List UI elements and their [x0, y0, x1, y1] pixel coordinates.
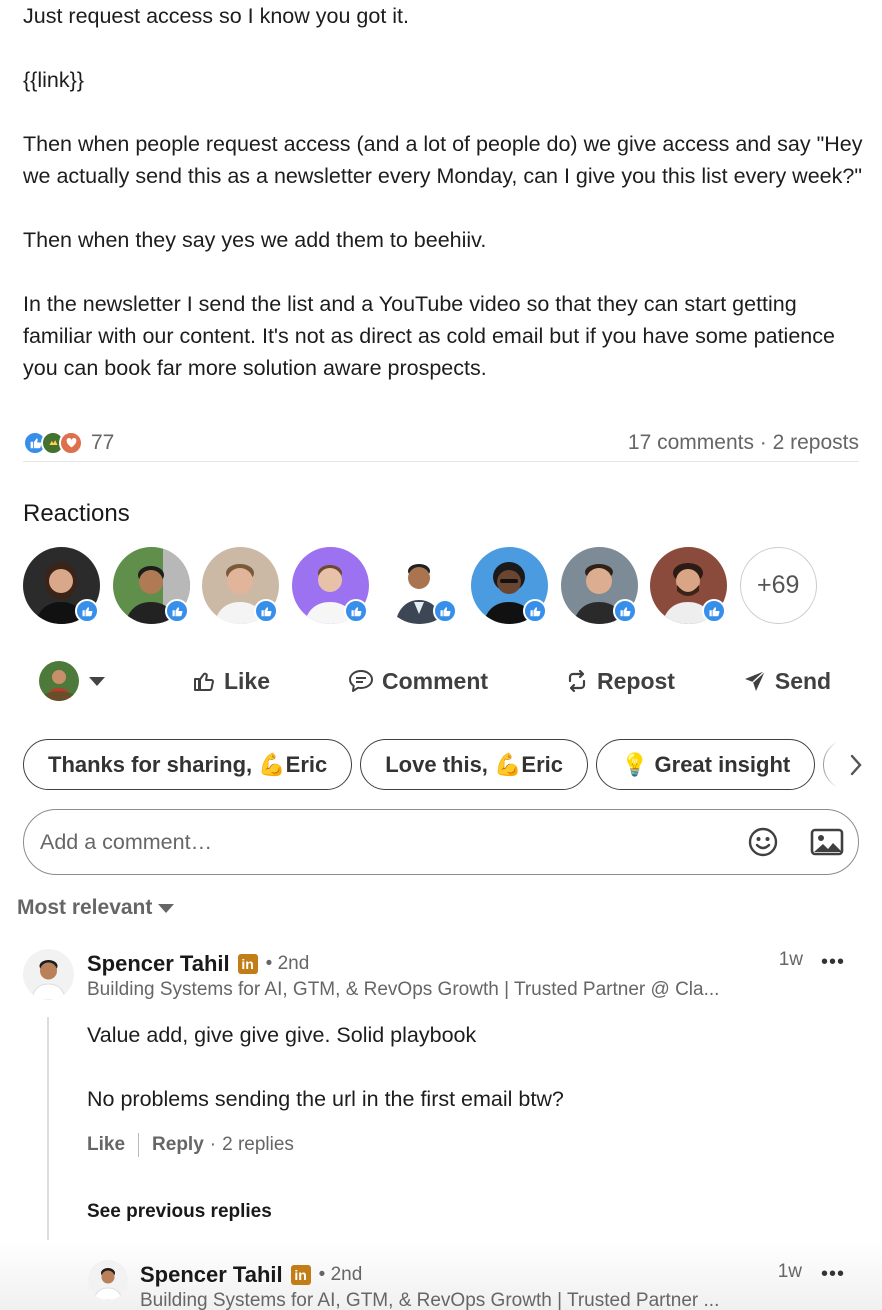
- like-icon: [702, 599, 727, 623]
- separator-dot: ·: [209, 1134, 217, 1155]
- post-paragraph: Then when people request access (and a l…: [23, 132, 863, 188]
- reactor-avatars: +69: [23, 547, 817, 624]
- reactions-summary[interactable]: 77: [23, 430, 114, 455]
- comment-text: Value add, give give give. Solid playboo…: [87, 1019, 564, 1115]
- like-icon: [433, 599, 458, 623]
- suggested-replies: Thanks for sharing, 💪Eric Love this, 💪Er…: [23, 739, 863, 791]
- thumbs-up-icon: [193, 672, 214, 691]
- divider: [138, 1133, 140, 1157]
- reaction-identity-selector[interactable]: [23, 661, 151, 701]
- comment-label: Comment: [381, 667, 489, 694]
- more-options-icon[interactable]: •••: [821, 951, 845, 974]
- send-button[interactable]: Send: [715, 668, 859, 695]
- reactor-avatar[interactable]: [381, 547, 459, 624]
- reactions-heading: Reactions: [23, 500, 130, 527]
- comment-line: Value add, give give give. Solid playboo…: [87, 1023, 477, 1047]
- comment-like-button[interactable]: Like: [87, 1134, 125, 1156]
- post-action-bar: Like Comment Repost Send: [23, 655, 859, 707]
- post-paragraph: Just request access so I know you got it…: [23, 4, 409, 28]
- love-icon: [59, 430, 83, 455]
- avatar[interactable]: [88, 1260, 128, 1300]
- suggested-reply-chip[interactable]: Love this, 💪Eric: [360, 739, 589, 790]
- like-icon: [343, 599, 368, 623]
- avatar[interactable]: [23, 949, 74, 1000]
- reply-author-headline: Building Systems for AI, GTM, & RevOps G…: [140, 1290, 720, 1310]
- repost-button[interactable]: Repost: [525, 668, 715, 695]
- post-paragraph: Then when they say yes we add them to be…: [23, 228, 487, 252]
- reactor-avatar[interactable]: [23, 547, 100, 624]
- like-icon: [75, 599, 99, 623]
- reactor-avatar[interactable]: [291, 547, 369, 624]
- post-link-placeholder[interactable]: {{link}}: [23, 64, 863, 96]
- see-previous-replies-button[interactable]: See previous replies: [87, 1201, 272, 1223]
- linkedin-premium-icon: in: [237, 954, 258, 974]
- reactor-avatar[interactable]: [112, 547, 190, 624]
- image-icon[interactable]: [810, 825, 844, 859]
- suggested-reply-chip[interactable]: 💡 Great insight: [596, 739, 816, 790]
- avatar: [39, 661, 79, 701]
- more-options-icon[interactable]: •••: [821, 1263, 845, 1286]
- repost-icon: [568, 669, 586, 693]
- like-icon: [254, 599, 279, 623]
- emoji-icon[interactable]: [746, 825, 780, 859]
- reactor-avatar[interactable]: [560, 547, 638, 624]
- comment-author-row: Spencer Tahil in • 2nd: [87, 951, 309, 977]
- like-icon: [612, 599, 637, 623]
- comment-actions: Like Reply · 2 replies: [87, 1133, 294, 1157]
- like-icon: [522, 599, 547, 623]
- more-reactors-button[interactable]: +69: [739, 547, 817, 624]
- reply-timestamp: 1w: [777, 1261, 802, 1282]
- comment-button[interactable]: Comment: [311, 668, 525, 695]
- social-counts-bar: 77 17 comments · 2 reposts: [23, 428, 859, 462]
- comment-sort-dropdown[interactable]: Most relevant: [17, 896, 175, 920]
- reactor-avatar[interactable]: [650, 547, 728, 624]
- send-label: Send: [774, 667, 832, 694]
- post-body: Just request access so I know you got it…: [23, 0, 863, 384]
- send-icon: [744, 670, 766, 691]
- comment-icon: [348, 670, 373, 692]
- post-paragraph: In the newsletter I send the list and a …: [23, 292, 835, 380]
- linkedin-premium-icon: in: [290, 1265, 311, 1285]
- caret-down-icon: [158, 903, 175, 913]
- comment-author-headline: Building Systems for AI, GTM, & RevOps G…: [87, 979, 720, 1000]
- connection-degree: • 2nd: [265, 953, 310, 974]
- suggested-reply-chip[interactable]: Thanks for sharing, 💪Eric: [23, 739, 353, 790]
- connection-degree: • 2nd: [318, 1264, 363, 1285]
- repost-label: Repost: [597, 667, 675, 694]
- replies-count[interactable]: 2 replies: [222, 1134, 294, 1156]
- like-button[interactable]: Like: [151, 668, 311, 695]
- reactor-avatar[interactable]: [470, 547, 548, 624]
- comment-author-name[interactable]: Spencer Tahil: [87, 951, 230, 977]
- chevron-down-icon: [89, 676, 105, 686]
- like-icon: [164, 599, 189, 623]
- reactor-avatar[interactable]: [202, 547, 280, 624]
- sort-label: Most relevant: [17, 896, 153, 919]
- add-comment-box: [23, 809, 859, 875]
- comments-reposts-count[interactable]: 17 comments · 2 reposts: [628, 431, 859, 455]
- chips-next-button[interactable]: [819, 739, 863, 791]
- comment-reply-button[interactable]: Reply: [152, 1134, 204, 1156]
- reply: Spencer Tahil in • 2nd 1w ••• Building S…: [0, 1240, 882, 1310]
- reply-author-row: Spencer Tahil in • 2nd: [140, 1262, 362, 1288]
- reaction-count[interactable]: 77: [91, 431, 114, 455]
- comment-input[interactable]: [40, 829, 746, 855]
- comment-timestamp: 1w: [778, 949, 803, 970]
- chevron-right-icon: [850, 754, 862, 776]
- reply-author-name[interactable]: Spencer Tahil: [140, 1262, 283, 1288]
- comment-line: No problems sending the url in the first…: [87, 1087, 564, 1111]
- like-label: Like: [223, 667, 271, 694]
